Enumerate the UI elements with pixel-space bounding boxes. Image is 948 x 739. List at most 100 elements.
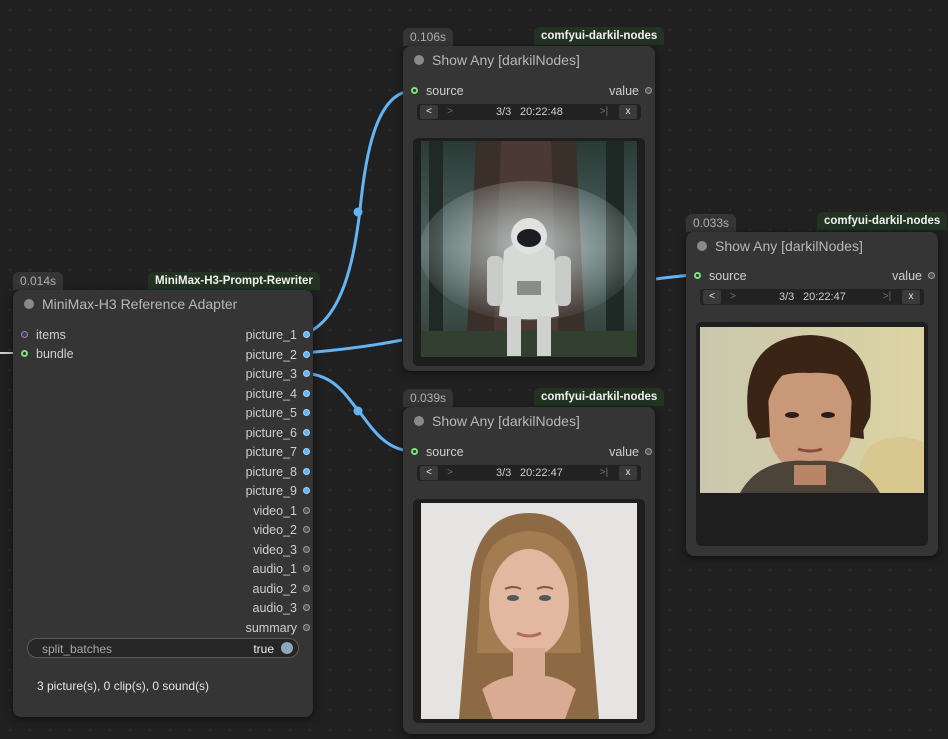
show3-nav-time: 20:22:47 (803, 291, 846, 303)
close-button[interactable]: x (619, 105, 637, 119)
output-dot-icon[interactable] (303, 506, 310, 514)
astronaut-in-forest-image (421, 141, 637, 357)
link-picture3-to-show2 (303, 371, 412, 453)
show1-output-label: value (609, 84, 639, 98)
output-slot-audio-1[interactable]: audio_1 (253, 561, 314, 577)
output-dot-icon[interactable] (645, 448, 652, 455)
output-slot-picture-1[interactable]: picture_1 (246, 327, 313, 343)
prev-button[interactable]: < (420, 466, 438, 480)
show2-source-badge: comfyui-darkil-nodes (534, 388, 665, 406)
input-dot-icon[interactable] (694, 272, 701, 279)
prev-button[interactable]: < (420, 105, 438, 119)
last-button[interactable]: >| (878, 290, 896, 304)
output-dot-icon[interactable] (303, 623, 310, 631)
output-dot-icon[interactable] (303, 526, 310, 533)
output-label: video_3 (253, 542, 297, 557)
output-dot-icon[interactable] (645, 87, 652, 94)
output-label: audio_2 (252, 581, 298, 596)
output-dot-icon[interactable] (303, 487, 310, 494)
output-slot-video-2[interactable]: video_2 (253, 522, 313, 538)
output-label: picture_2 (245, 347, 297, 362)
output-slot-picture-7[interactable]: picture_7 (246, 444, 313, 460)
output-slot-video-3[interactable]: video_3 (253, 542, 313, 558)
output-label: picture_4 (245, 386, 297, 401)
input-dot-icon[interactable] (411, 448, 418, 455)
show1-source-badge: comfyui-darkil-nodes (534, 27, 665, 45)
output-slot-picture-8[interactable]: picture_8 (246, 464, 313, 480)
show3-input-label: source (709, 269, 747, 283)
output-dot-icon[interactable] (303, 584, 310, 592)
output-label: audio_3 (252, 601, 298, 615)
input-dot-icon[interactable] (21, 331, 28, 338)
output-dot-icon[interactable] (303, 565, 310, 572)
show3-title[interactable]: Show Any [darkilNodes] (686, 232, 938, 260)
output-slot-picture-3[interactable]: picture_3 (246, 366, 313, 382)
output-dot-icon[interactable] (303, 428, 310, 436)
output-label: picture_9 (245, 484, 297, 498)
input-dot-icon[interactable] (411, 87, 418, 94)
collapse-dot-icon[interactable] (697, 241, 707, 251)
output-slot-picture-9[interactable]: picture_9 (246, 483, 313, 499)
close-button[interactable]: x (902, 290, 920, 304)
show1-title[interactable]: Show Any [darkilNodes] (403, 46, 655, 74)
split-batches-toggle[interactable]: split_batches true (27, 638, 299, 658)
show2-navbar: < > 3/3 20:22:47 >| x (417, 465, 641, 481)
input-slot-items[interactable]: items (17, 327, 66, 343)
show1-image-frame (413, 138, 645, 366)
output-dot-icon[interactable] (303, 409, 310, 416)
collapse-dot-icon[interactable] (24, 299, 34, 309)
collapse-dot-icon[interactable] (414, 55, 424, 65)
input-dot-icon[interactable] (21, 350, 28, 357)
show-any-node-3[interactable]: Show Any [darkilNodes] source value < > … (686, 232, 938, 556)
close-button[interactable]: x (619, 466, 637, 480)
show-any-node-2[interactable]: Show Any [darkilNodes] source value < > … (403, 407, 655, 734)
output-slot-video-1[interactable]: video_1 (253, 503, 313, 519)
output-slot-summary[interactable]: summary (246, 620, 313, 636)
link-picture1-to-show1 (303, 89, 413, 336)
output-dot-icon[interactable] (303, 545, 310, 553)
output-slot-picture-6[interactable]: picture_6 (246, 425, 313, 441)
adapter-time-badge: 0.014s (13, 272, 64, 290)
output-dot-icon[interactable] (928, 272, 935, 279)
input-slot-bundle[interactable]: bundle (17, 346, 74, 362)
output-label: picture_1 (245, 328, 297, 342)
show2-input-source[interactable]: source (407, 444, 464, 460)
output-dot-icon[interactable] (303, 350, 310, 358)
show3-title-text: Show Any [darkilNodes] (715, 238, 863, 254)
link-picture3-midpoint (353, 406, 363, 416)
next-button[interactable]: > (726, 290, 740, 304)
adapter-node-title[interactable]: MiniMax-H3 Reference Adapter (13, 290, 313, 318)
last-button[interactable]: >| (595, 105, 613, 119)
output-dot-icon[interactable] (303, 370, 310, 377)
show3-input-source[interactable]: source (690, 268, 747, 284)
output-dot-icon[interactable] (303, 604, 310, 611)
next-button[interactable]: > (443, 466, 457, 480)
output-dot-icon[interactable] (303, 331, 310, 338)
show2-output-value[interactable]: value (609, 444, 655, 460)
show2-image-frame (413, 499, 645, 723)
prev-button[interactable]: < (703, 290, 721, 304)
output-slot-picture-4[interactable]: picture_4 (246, 386, 313, 402)
output-dot-icon[interactable] (303, 389, 310, 397)
output-slot-audio-3[interactable]: audio_3 (253, 600, 314, 616)
output-slot-audio-2[interactable]: audio_2 (253, 581, 314, 597)
collapse-dot-icon[interactable] (414, 416, 424, 426)
output-slot-picture-2[interactable]: picture_2 (246, 347, 313, 363)
show3-output-value[interactable]: value (892, 268, 938, 284)
last-button[interactable]: >| (595, 466, 613, 480)
next-button[interactable]: > (443, 105, 457, 119)
output-dot-icon[interactable] (303, 467, 310, 475)
output-dot-icon[interactable] (303, 448, 310, 455)
output-label: picture_7 (245, 445, 297, 459)
show2-input-label: source (426, 445, 464, 459)
show1-output-value[interactable]: value (609, 83, 655, 99)
output-label: audio_1 (252, 562, 298, 576)
show2-title-text: Show Any [darkilNodes] (432, 413, 580, 429)
show-any-node-1[interactable]: Show Any [darkilNodes] source value < > … (403, 46, 655, 371)
output-slot-picture-5[interactable]: picture_5 (246, 405, 313, 421)
show1-input-source[interactable]: source (407, 83, 464, 99)
show2-title[interactable]: Show Any [darkilNodes] (403, 407, 655, 435)
adapter-node[interactable]: MiniMax-H3 Reference Adapter items bundl… (13, 290, 313, 717)
toggle-knob-icon[interactable] (281, 642, 293, 654)
adapter-node-title-text: MiniMax-H3 Reference Adapter (42, 296, 238, 312)
